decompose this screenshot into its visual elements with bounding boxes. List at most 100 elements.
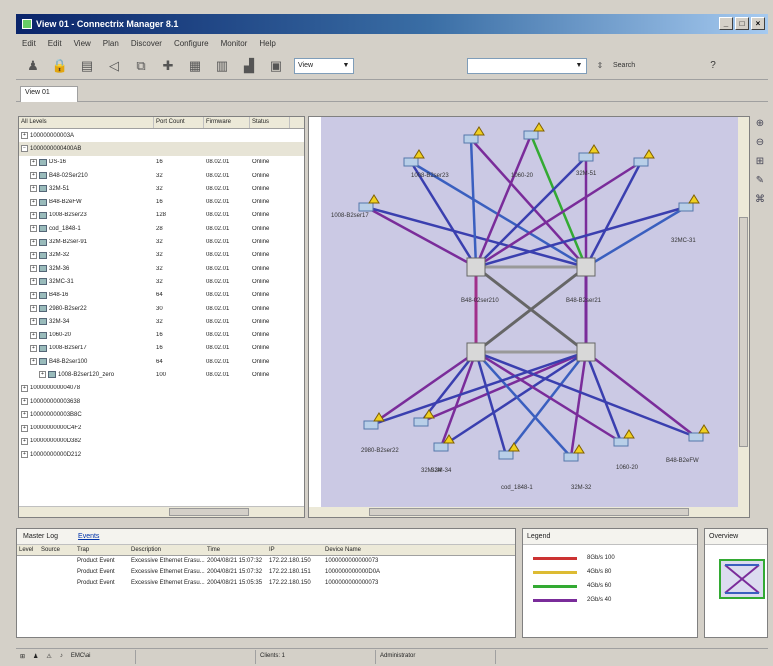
copy-icon[interactable]: ⧉ <box>132 57 150 75</box>
expand-toggle-icon[interactable]: + <box>30 331 37 339</box>
zoom-out-icon[interactable]: ⊖ <box>756 137 764 148</box>
tab-events[interactable]: Events <box>78 533 99 540</box>
tree-row[interactable]: +10000000000D382 <box>19 435 304 448</box>
column-header-trap[interactable]: Trap <box>75 545 129 555</box>
maximize-button[interactable]: □ <box>735 17 749 30</box>
switch-node-icon[interactable] <box>463 134 479 144</box>
expand-toggle-icon[interactable]: + <box>30 211 37 219</box>
monitor-icon[interactable]: ▣ <box>267 57 285 75</box>
search-input[interactable]: ▼ <box>467 57 587 74</box>
menu-help[interactable]: Help <box>259 39 275 48</box>
document-icon[interactable]: ▤ <box>78 57 96 75</box>
column-header-firmware[interactable]: Firmware <box>204 117 250 128</box>
expand-toggle-icon[interactable]: + <box>21 451 28 459</box>
topology-link[interactable] <box>370 350 477 427</box>
tree-row[interactable]: +1008-B2ser23 128 08.02.01 Online <box>19 209 304 222</box>
column-header-port-count[interactable]: Port Count <box>154 117 204 128</box>
tree-row[interactable]: +32M-32 32 08.02.01 Online <box>19 249 304 262</box>
switch-node-icon[interactable] <box>403 157 419 167</box>
overview-thumbnail[interactable] <box>719 559 765 599</box>
help-button[interactable]: ? <box>710 60 716 71</box>
director-node-icon[interactable] <box>576 342 596 362</box>
expand-toggle-icon[interactable]: + <box>21 398 28 406</box>
tree-row[interactable]: +10000000000D212 <box>19 448 304 461</box>
expand-toggle-icon[interactable]: + <box>39 371 46 379</box>
tree-row[interactable]: +100000000004078 <box>19 382 304 395</box>
event-row[interactable]: Product Event Excessive Ethernet Erasu...… <box>17 567 515 578</box>
switch-node-icon[interactable] <box>433 442 449 452</box>
expand-toggle-icon[interactable]: + <box>30 358 37 366</box>
menu-view[interactable]: View <box>74 39 91 48</box>
column-header-status[interactable]: Status <box>250 117 290 128</box>
tree-row[interactable]: −1000000000400AB <box>19 142 304 156</box>
zoom-in-icon[interactable]: ⊕ <box>756 118 764 129</box>
topology-link[interactable] <box>469 138 478 268</box>
back-arrow-icon[interactable]: ◁ <box>105 57 123 75</box>
view-select[interactable]: View ▼ <box>294 57 354 74</box>
menu-file[interactable]: Edit <box>22 39 36 48</box>
switch-node-icon[interactable] <box>523 130 539 140</box>
tree-row[interactable]: +32M-34 32 08.02.01 Online <box>19 315 304 328</box>
expand-toggle-icon[interactable]: + <box>21 437 28 445</box>
lock-icon[interactable]: 🔒 <box>51 57 69 75</box>
switch-node-icon[interactable] <box>613 437 629 447</box>
tree-row[interactable]: +1008-B2ser120_zero 100 08.02.01 Online <box>19 368 304 381</box>
column-header-time[interactable]: Time <box>205 545 267 555</box>
column-header-ip[interactable]: IP <box>267 545 323 555</box>
tree-row[interactable]: + DS-16 16 08.02.01 Online <box>19 156 304 169</box>
close-button[interactable]: × <box>751 17 765 30</box>
person-icon[interactable]: ♟ <box>24 57 42 75</box>
topology-horizontal-scrollbar[interactable] <box>309 507 749 517</box>
topology-link[interactable] <box>365 205 477 269</box>
tree-row[interactable]: +2980-B2ser22 30 08.02.01 Online <box>19 302 304 315</box>
pen-icon[interactable]: ✎ <box>756 175 764 186</box>
search-button[interactable]: Search <box>613 62 635 69</box>
expand-toggle-icon[interactable]: + <box>21 424 28 432</box>
switch-node-icon[interactable] <box>363 420 379 430</box>
tree-row[interactable]: + B48-16 64 08.02.01 Online <box>19 289 304 302</box>
director-node-icon[interactable] <box>576 257 596 277</box>
expand-toggle-icon[interactable]: + <box>30 251 37 259</box>
topology-link[interactable] <box>470 138 587 268</box>
director-node-icon[interactable] <box>466 257 486 277</box>
menu-configure[interactable]: Configure <box>174 39 209 48</box>
expand-toggle-icon[interactable]: + <box>30 291 37 299</box>
chart-icon[interactable]: ▟ <box>240 57 258 75</box>
tree-horizontal-scrollbar[interactable] <box>19 506 304 517</box>
expand-toggle-icon[interactable]: + <box>21 384 28 392</box>
column-header-source[interactable]: Source <box>39 545 75 555</box>
expand-toggle-icon[interactable]: + <box>30 278 37 286</box>
tree-row[interactable]: +100000000003B8C <box>19 408 304 421</box>
expand-toggle-icon[interactable]: − <box>21 145 28 153</box>
tree-row[interactable]: +1008-B2ser17 16 08.02.01 Online <box>19 342 304 355</box>
expand-toggle-icon[interactable]: + <box>30 344 37 352</box>
tree-row[interactable]: + B48-B2ser100 64 08.02.01 Online <box>19 355 304 368</box>
switch-node-icon[interactable] <box>498 450 514 460</box>
layout-icon[interactable]: ⌘ <box>755 194 765 205</box>
expand-toggle-icon[interactable]: + <box>30 172 37 180</box>
tree-row[interactable]: +100000000003A <box>19 129 304 142</box>
expand-toggle-icon[interactable]: + <box>30 158 37 166</box>
fit-icon[interactable]: ⊞ <box>756 156 764 167</box>
expand-toggle-icon[interactable]: + <box>21 411 28 419</box>
switch-node-icon[interactable] <box>413 417 429 427</box>
column-header-level[interactable]: Level <box>17 545 39 555</box>
grid-icon[interactable]: ▦ <box>186 57 204 75</box>
topology-canvas[interactable]: 1008-B2ser23 32M-51 1060-20 1008-B2ser17 32M… <box>321 117 739 509</box>
expand-toggle-icon[interactable]: + <box>30 185 37 193</box>
menu-edit[interactable]: Edit <box>48 39 62 48</box>
column-header-description[interactable]: Description <box>129 545 205 555</box>
expand-toggle-icon[interactable]: + <box>30 225 37 233</box>
switch-node-icon[interactable] <box>563 452 579 462</box>
switch-node-icon[interactable] <box>578 152 594 162</box>
expand-toggle-icon[interactable]: + <box>30 318 37 326</box>
tree-row[interactable]: +32MC-31 32 08.02.01 Online <box>19 275 304 288</box>
menu-discover[interactable]: Discover <box>131 39 162 48</box>
tree-row[interactable]: + B48-02Ser210 32 08.02.01 Online <box>19 169 304 182</box>
minimize-button[interactable]: _ <box>719 17 733 30</box>
event-row[interactable]: Product Event Excessive Ethernet Erasu...… <box>17 556 515 567</box>
switch-node-icon[interactable] <box>358 202 374 212</box>
expand-toggle-icon[interactable]: + <box>30 238 37 246</box>
tree-row[interactable]: +100000000003638 <box>19 395 304 408</box>
topology-vertical-scrollbar[interactable] <box>738 117 749 509</box>
